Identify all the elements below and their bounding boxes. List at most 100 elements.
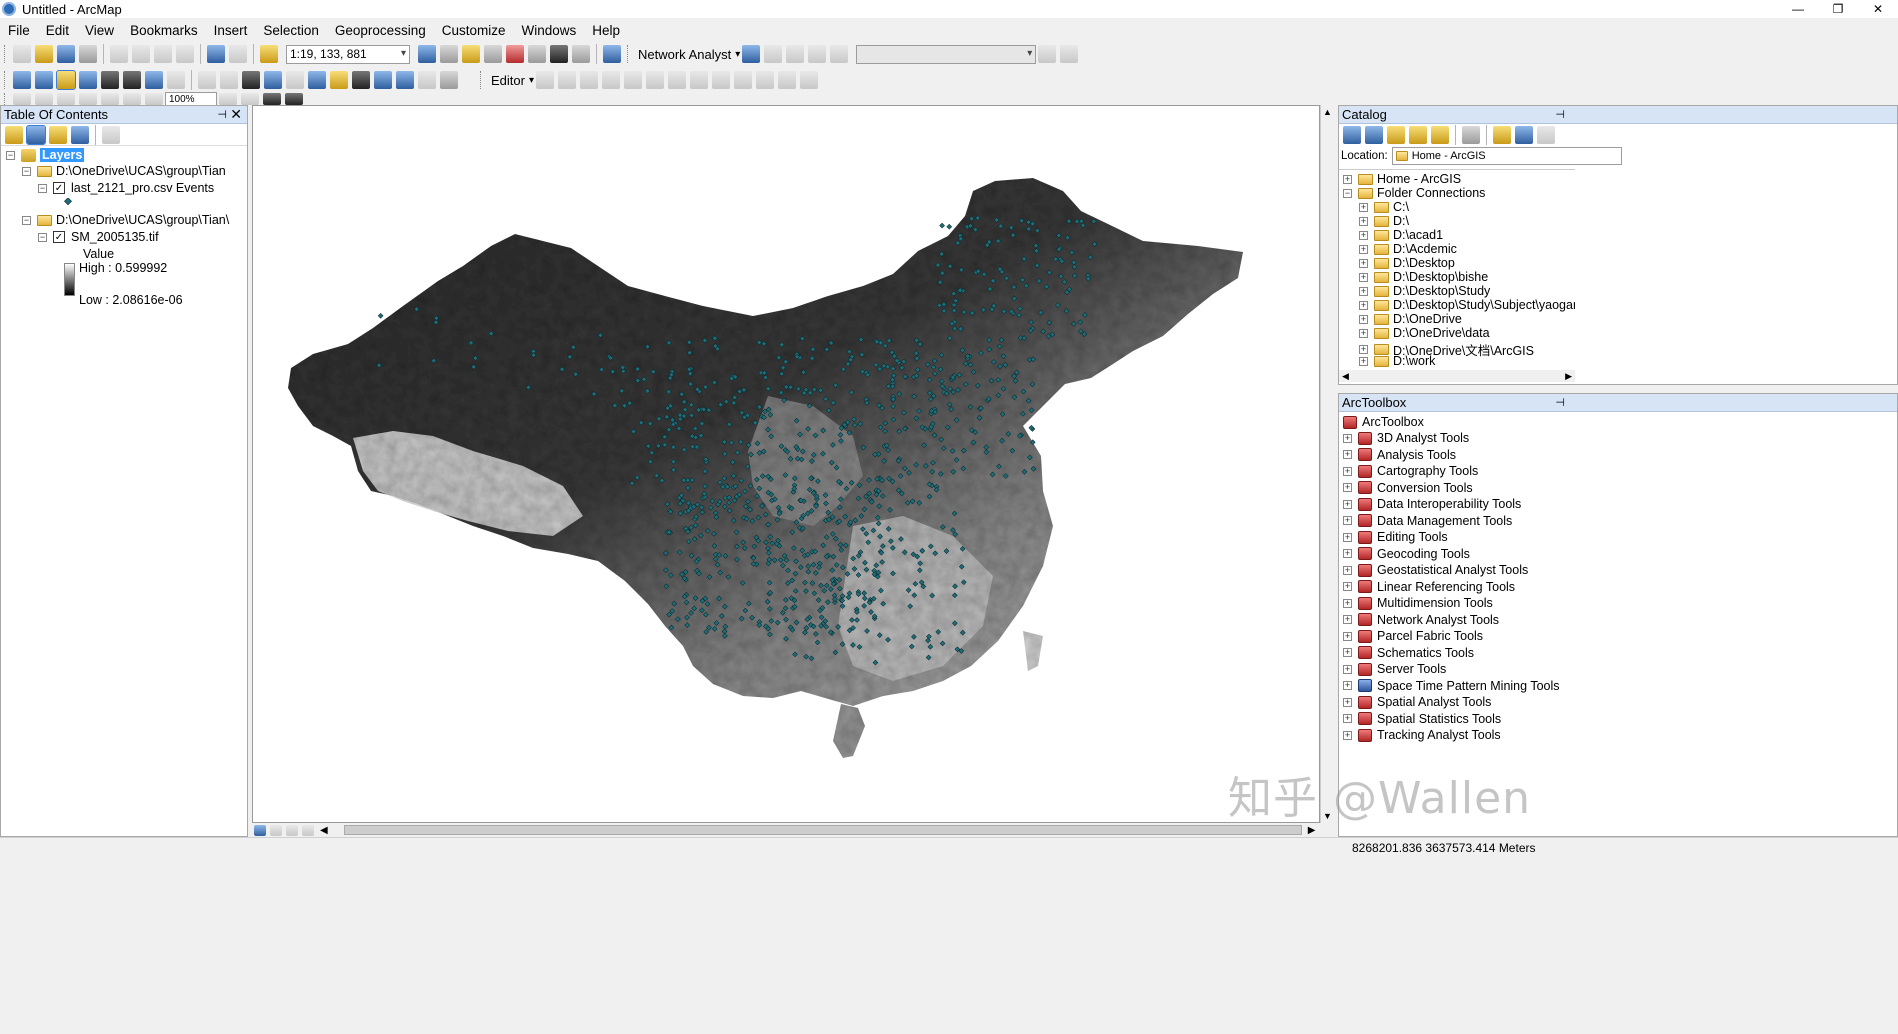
measure-icon[interactable]	[330, 71, 348, 89]
toolbox-item[interactable]: + Analysis Tools	[1343, 448, 1456, 462]
expand-icon[interactable]: +	[1343, 466, 1352, 476]
expand-icon[interactable]: +	[1343, 174, 1352, 184]
network-build-icon[interactable]	[1038, 45, 1057, 63]
expand-icon[interactable]: +	[1343, 681, 1352, 690]
add-data-icon[interactable]	[260, 45, 278, 63]
fixed-zoom-in-icon[interactable]	[101, 71, 119, 89]
expand-icon[interactable]: +	[1359, 230, 1368, 240]
table-of-contents-icon[interactable]	[440, 45, 458, 63]
restore-button[interactable]: ❐	[1818, 0, 1858, 18]
back-icon[interactable]	[1343, 126, 1361, 144]
forward-extent-icon[interactable]	[167, 71, 185, 89]
pan-icon[interactable]	[56, 70, 76, 90]
search-window-icon[interactable]	[484, 45, 502, 63]
rotate-icon[interactable]	[734, 71, 752, 89]
viewer-window-icon[interactable]	[440, 71, 458, 89]
menu-windows[interactable]: Windows	[514, 23, 585, 38]
sketch-properties-icon[interactable]	[778, 71, 796, 89]
expand-icon[interactable]: +	[1343, 450, 1352, 459]
copy-icon[interactable]	[132, 45, 150, 63]
toggle-draft-icon[interactable]	[219, 93, 237, 105]
expand-icon[interactable]: +	[1359, 258, 1368, 268]
layout-zoom-out-icon[interactable]	[35, 93, 53, 105]
save-icon[interactable]	[57, 45, 75, 63]
event-point[interactable]	[946, 223, 953, 230]
toolbox-item[interactable]: + Schematics Tools	[1343, 646, 1474, 660]
expand-icon[interactable]: +	[1343, 549, 1352, 558]
change-layout-icon[interactable]	[263, 93, 281, 105]
folder-connection-item[interactable]: + D:\work	[1359, 354, 1435, 368]
network-analyst-dropdown[interactable]: Network Analyst	[634, 47, 735, 62]
python-window-icon[interactable]	[528, 45, 546, 63]
arctoolbox-root[interactable]: ArcToolbox	[1343, 415, 1424, 429]
point-icon[interactable]	[624, 71, 642, 89]
edit-tool-icon[interactable]	[536, 71, 554, 89]
expand-icon[interactable]: +	[1359, 314, 1368, 324]
expand-icon[interactable]: +	[1343, 483, 1352, 492]
folder-connection-item[interactable]: + D:\acad1	[1359, 228, 1443, 242]
trace-icon[interactable]	[602, 71, 620, 89]
layout-pan-icon[interactable]	[57, 93, 75, 105]
up-one-level-icon[interactable]	[1387, 126, 1405, 144]
event-point[interactable]	[377, 312, 384, 319]
print-icon[interactable]	[79, 45, 97, 63]
menu-selection[interactable]: Selection	[255, 23, 327, 38]
network-solve-icon[interactable]	[764, 45, 783, 63]
list-by-visibility-icon[interactable]	[49, 125, 67, 144]
list-by-selection-icon[interactable]	[71, 125, 89, 144]
close-button[interactable]: ✕	[1858, 0, 1898, 18]
connect-folder-icon[interactable]	[1431, 126, 1449, 144]
toolbox-item[interactable]: + Spatial Statistics Tools	[1343, 712, 1501, 726]
pin-icon[interactable]: ⊣	[1555, 108, 1565, 121]
toolbox-item[interactable]: + Data Management Tools	[1343, 514, 1512, 528]
catalog-home[interactable]: + Home - ArcGIS	[1343, 172, 1461, 186]
expand-icon[interactable]: +	[1359, 345, 1368, 354]
catalog-horizontal-scrollbar[interactable]: ◀ ▶	[1339, 370, 1575, 382]
folder-connections[interactable]: − Folder Connections	[1343, 186, 1485, 200]
events-layer-row[interactable]: − ✓ last_2121_pro.csv Events	[38, 181, 214, 195]
list-by-drawing-order-icon[interactable]	[5, 125, 23, 144]
find-route-icon[interactable]	[374, 71, 392, 89]
folder-connection-item[interactable]: + D:\Desktop\Study	[1359, 284, 1490, 298]
layout-zoom-combo[interactable]: 100%	[165, 92, 217, 106]
events-symbol[interactable]	[64, 198, 72, 206]
expand-icon[interactable]: +	[1343, 565, 1352, 575]
toolbox-item[interactable]: + Space Time Pattern Mining Tools	[1343, 679, 1560, 693]
catalog-options-icon[interactable]	[1537, 126, 1555, 144]
full-extent-icon[interactable]	[79, 71, 97, 89]
expand-icon[interactable]: +	[1343, 433, 1352, 443]
toolbox-item[interactable]: + Tracking Analyst Tools	[1343, 728, 1501, 742]
pause-drawing-icon[interactable]	[302, 824, 314, 836]
network-analyst-window-icon[interactable]	[742, 45, 761, 63]
pin-icon[interactable]: ⊣	[217, 108, 227, 121]
event-point[interactable]	[939, 222, 945, 229]
reshape-icon[interactable]	[668, 71, 686, 89]
close-icon[interactable]: ✕	[230, 106, 242, 123]
html-popup-icon[interactable]	[308, 71, 326, 89]
network-icon[interactable]	[603, 45, 621, 63]
scale-combo[interactable]: 1:19, 133, 881 ▾	[286, 44, 410, 64]
layout-view-icon[interactable]	[270, 824, 282, 836]
folder-connection-item[interactable]: + D:\OneDrive	[1359, 312, 1462, 326]
home-icon[interactable]	[1409, 126, 1427, 144]
collapse-icon[interactable]: −	[22, 166, 31, 176]
zoom-whole-page-icon[interactable]	[79, 93, 97, 105]
menu-view[interactable]: View	[77, 23, 122, 38]
expand-icon[interactable]: +	[1359, 300, 1368, 310]
pin-icon[interactable]: ⊣	[1555, 396, 1565, 409]
menu-bookmarks[interactable]: Bookmarks	[122, 23, 206, 38]
raster-layer-row[interactable]: − ✓ SM_2005135.tif	[38, 230, 159, 244]
folder-connection-item[interactable]: + D:\	[1359, 214, 1409, 228]
toolbox-item[interactable]: + Cartography Tools	[1343, 464, 1478, 478]
network-layer-combo[interactable]: ▾	[856, 44, 1037, 64]
toolbox-item[interactable]: + Conversion Tools	[1343, 481, 1473, 495]
delete-icon[interactable]	[176, 45, 194, 63]
map-display[interactable]	[252, 105, 1320, 823]
expand-icon[interactable]: +	[1359, 328, 1368, 338]
toggle-contents-icon[interactable]	[1515, 126, 1533, 144]
expand-icon[interactable]: +	[1359, 202, 1368, 212]
network-options-icon[interactable]	[1060, 45, 1079, 63]
data-view-icon[interactable]	[254, 824, 266, 836]
minimize-button[interactable]: —	[1778, 0, 1818, 18]
toolbox-item[interactable]: + Parcel Fabric Tools	[1343, 629, 1483, 643]
